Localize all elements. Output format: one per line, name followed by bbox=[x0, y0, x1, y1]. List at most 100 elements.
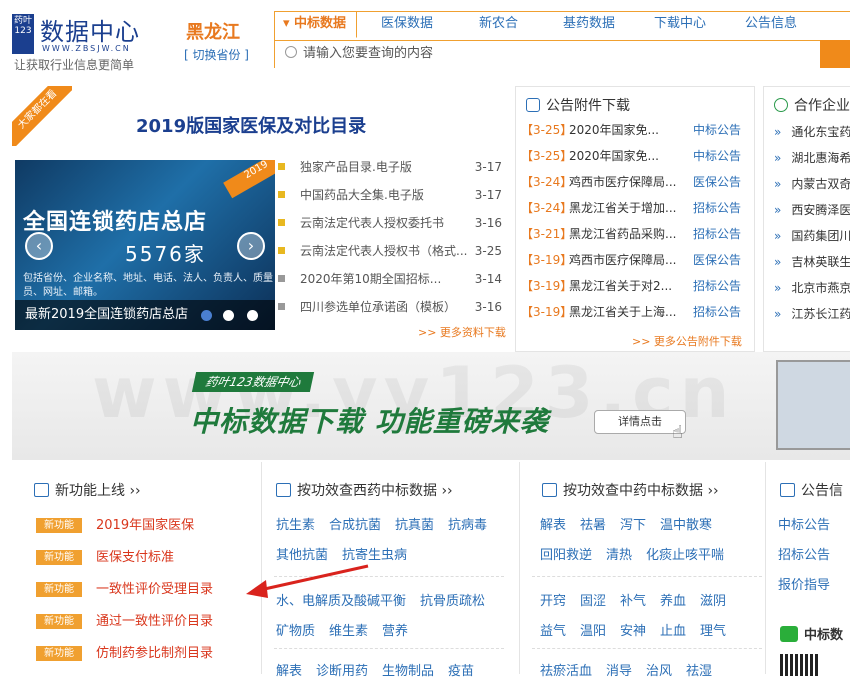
new-feature-item[interactable]: 新功能 医保支付标准 bbox=[36, 546, 174, 565]
search-input[interactable]: 请输入您要查询的内容 bbox=[275, 40, 820, 68]
more-docs-link[interactable]: >> 更多资料下载 bbox=[418, 324, 506, 340]
announce-header[interactable]: 公告信 bbox=[780, 480, 843, 500]
keyword-link[interactable]: 生物制品 bbox=[382, 660, 434, 679]
new-feature-item[interactable]: 新功能 2019年国家医保 bbox=[36, 514, 194, 533]
partner-item[interactable]: » 国药集团川 bbox=[774, 227, 850, 244]
doc-row[interactable]: 中国药品大全集.电子版 3-17 bbox=[278, 184, 502, 212]
doc-title[interactable]: 中国药品大全集.电子版 bbox=[300, 184, 424, 206]
chinese-header[interactable]: 按功效查中药中标数据 ›› bbox=[542, 480, 719, 500]
keyword-link[interactable]: 止血 bbox=[660, 620, 686, 639]
keyword-link[interactable]: 矿物质 bbox=[276, 620, 315, 639]
keyword-link[interactable]: 治风 bbox=[646, 660, 672, 679]
notice-title[interactable]: 黑龙江省关于上海... bbox=[569, 299, 676, 325]
keyword-link[interactable]: 回阳救逆 bbox=[540, 544, 592, 563]
new-feature-label[interactable]: 2019年国家医保 bbox=[96, 518, 194, 533]
keyword-link[interactable]: 祛暑 bbox=[580, 514, 606, 533]
partner-name[interactable]: 江苏长江药 bbox=[791, 307, 850, 321]
keyword-link[interactable]: 解表 bbox=[540, 514, 566, 533]
doc-row[interactable]: 云南法定代表人授权委托书 3-16 bbox=[278, 212, 502, 240]
carousel-dot[interactable] bbox=[223, 310, 234, 321]
partner-item[interactable]: » 内蒙古双奇 bbox=[774, 175, 850, 192]
carousel-next-icon[interactable]: › bbox=[237, 232, 265, 260]
keyword-link[interactable]: 合成抗菌 bbox=[329, 514, 381, 533]
tab-essential-drugs[interactable]: 基药数据 bbox=[563, 12, 615, 38]
keyword-link[interactable]: 营养 bbox=[382, 620, 408, 639]
keyword-link[interactable]: 温中散寒 bbox=[660, 514, 712, 533]
feature-title[interactable]: 2019版国家医保及对比目录 bbox=[136, 112, 366, 138]
notice-category[interactable]: 中标公告 bbox=[693, 117, 741, 143]
keyword-link[interactable]: 清热 bbox=[606, 544, 632, 563]
new-features-header[interactable]: 新功能上线 ›› bbox=[34, 480, 141, 500]
keyword-link[interactable]: 诊断用药 bbox=[316, 660, 368, 679]
ad-banner[interactable]: www.yy123.cn 药叶123数据中心 中标数据下载 功能重磅来袭 详情点… bbox=[12, 352, 850, 460]
doc-row[interactable]: 云南法定代表人授权书（格式... 3-25 bbox=[278, 240, 502, 268]
notice-title[interactable]: 鸡西市医疗保障局... bbox=[569, 169, 676, 195]
notice-title[interactable]: 2020年国家免... bbox=[569, 143, 659, 169]
keyword-link[interactable]: 祛湿 bbox=[686, 660, 712, 679]
notice-category[interactable]: 医保公告 bbox=[693, 247, 741, 273]
notice-title[interactable]: 2020年国家免... bbox=[569, 117, 659, 143]
keyword-link[interactable]: 温阳 bbox=[580, 620, 606, 639]
carousel-dot-active[interactable] bbox=[201, 310, 212, 321]
notice-row[interactable]: 【3-19】 黑龙江省关于对2... 招标公告 bbox=[521, 273, 749, 299]
new-feature-item[interactable]: 新功能 一致性评价受理目录 bbox=[36, 578, 213, 597]
keyword-link[interactable]: 理气 bbox=[700, 620, 726, 639]
keyword-link[interactable]: 疫苗 bbox=[448, 660, 474, 679]
keyword-link[interactable]: 维生素 bbox=[329, 620, 368, 639]
notice-row[interactable]: 【3-25】 2020年国家免... 中标公告 bbox=[521, 117, 749, 143]
site-logo[interactable]: 药叶123 数据中心 WWW.ZBSJW.CN 让获取行业信息更简单 bbox=[12, 12, 152, 72]
partner-item[interactable]: » 江苏长江药 bbox=[774, 305, 850, 322]
partner-item[interactable]: » 北京市燕京 bbox=[774, 279, 850, 296]
partner-name[interactable]: 西安腾泽医 bbox=[791, 203, 850, 217]
keyword-link[interactable]: 滋阴 bbox=[700, 590, 726, 609]
announce-link[interactable]: 报价指导 bbox=[778, 574, 830, 593]
new-feature-label[interactable]: 一致性评价受理目录 bbox=[96, 582, 213, 597]
notice-category[interactable]: 医保公告 bbox=[693, 169, 741, 195]
doc-title[interactable]: 四川参选单位承诺函（模板） bbox=[300, 296, 456, 318]
notice-category[interactable]: 招标公告 bbox=[693, 195, 741, 221]
partner-name[interactable]: 通化东宝药 bbox=[791, 125, 850, 139]
notice-category[interactable]: 招标公告 bbox=[693, 221, 741, 247]
partner-name[interactable]: 湖北惠海希 bbox=[791, 151, 850, 165]
keyword-link[interactable]: 化痰止咳平喘 bbox=[646, 544, 724, 563]
doc-title[interactable]: 独家产品目录.电子版 bbox=[300, 156, 412, 178]
partner-name[interactable]: 内蒙古双奇 bbox=[791, 177, 850, 191]
new-feature-label[interactable]: 通过一致性评价目录 bbox=[96, 614, 213, 629]
keyword-link[interactable]: 消导 bbox=[606, 660, 632, 679]
new-feature-item[interactable]: 新功能 仿制药参比制剂目录 bbox=[36, 642, 213, 661]
partner-item[interactable]: » 通化东宝药 bbox=[774, 123, 850, 140]
keyword-link[interactable]: 养血 bbox=[660, 590, 686, 609]
partner-item[interactable]: » 湖北惠海希 bbox=[774, 149, 850, 166]
keyword-link[interactable]: 固涩 bbox=[580, 590, 606, 609]
doc-title[interactable]: 2020年第10期全国招标... bbox=[300, 268, 441, 290]
announce-link[interactable]: 中标公告 bbox=[778, 514, 830, 533]
doc-title[interactable]: 云南法定代表人授权委托书 bbox=[300, 212, 444, 234]
keyword-link[interactable]: 抗生素 bbox=[276, 514, 315, 533]
doc-row[interactable]: 独家产品目录.电子版 3-17 bbox=[278, 156, 502, 184]
partner-name[interactable]: 国药集团川 bbox=[791, 229, 850, 243]
notice-title[interactable]: 黑龙江省关于增加... bbox=[569, 195, 676, 221]
new-feature-label[interactable]: 仿制药参比制剂目录 bbox=[96, 646, 213, 661]
notice-category[interactable]: 中标公告 bbox=[693, 143, 741, 169]
carousel-prev-icon[interactable]: ‹ bbox=[25, 232, 53, 260]
keyword-link[interactable]: 抗病毒 bbox=[448, 514, 487, 533]
tab-ncms[interactable]: 新农合 bbox=[479, 12, 518, 38]
notice-title[interactable]: 黑龙江省关于对2... bbox=[569, 273, 672, 299]
search-button[interactable] bbox=[820, 40, 850, 68]
keyword-link[interactable]: 开窍 bbox=[540, 590, 566, 609]
partner-name[interactable]: 吉林英联生 bbox=[791, 255, 850, 269]
more-notice-link[interactable]: >> 更多公告附件下载 bbox=[632, 333, 742, 349]
notice-row[interactable]: 【3-25】 2020年国家免... 中标公告 bbox=[521, 143, 749, 169]
keyword-link[interactable]: 解表 bbox=[276, 660, 302, 679]
keyword-link[interactable]: 祛瘀活血 bbox=[540, 660, 592, 679]
doc-row[interactable]: 2020年第10期全国招标... 3-14 bbox=[278, 268, 502, 296]
keyword-link[interactable]: 抗骨质疏松 bbox=[420, 590, 485, 609]
notice-row[interactable]: 【3-21】 黑龙江省药品采购... 招标公告 bbox=[521, 221, 749, 247]
partner-name[interactable]: 北京市燕京 bbox=[791, 281, 850, 295]
notice-row[interactable]: 【3-19】 黑龙江省关于上海... 招标公告 bbox=[521, 299, 749, 325]
tab-insurance-data[interactable]: 医保数据 bbox=[381, 12, 433, 38]
notice-row[interactable]: 【3-24】 黑龙江省关于增加... 招标公告 bbox=[521, 195, 749, 221]
partner-item[interactable]: » 吉林英联生 bbox=[774, 253, 850, 270]
announce-link[interactable]: 招标公告 bbox=[778, 544, 830, 563]
new-feature-item[interactable]: 新功能 通过一致性评价目录 bbox=[36, 610, 213, 629]
